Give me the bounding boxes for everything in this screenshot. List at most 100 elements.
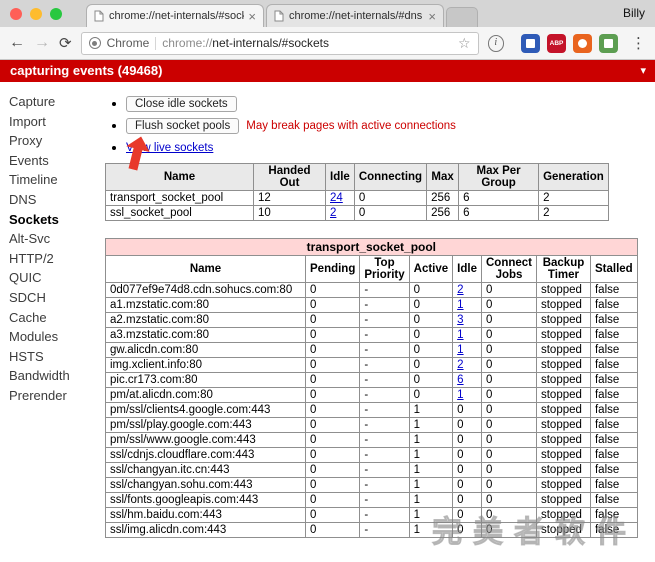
table-cell: 0 bbox=[306, 433, 360, 448]
sidebar-item-http-2[interactable]: HTTP/2 bbox=[9, 249, 97, 269]
table-cell: ssl/img.alicdn.com:443 bbox=[106, 523, 306, 538]
close-window-button[interactable] bbox=[10, 8, 22, 20]
table-cell: stopped bbox=[536, 283, 590, 298]
table-cell: ssl/changyan.itc.cn:443 bbox=[106, 463, 306, 478]
sidebar-item-import[interactable]: Import bbox=[9, 112, 97, 132]
idle-sockets-link[interactable]: 2 bbox=[457, 359, 463, 371]
sidebar-item-events[interactable]: Events bbox=[9, 151, 97, 171]
flush-socket-pools-button[interactable]: Flush socket pools bbox=[126, 118, 239, 134]
table-cell: 1 bbox=[409, 448, 453, 463]
table-cell: 2 bbox=[453, 358, 482, 373]
adblock-plus-icon[interactable]: ABP bbox=[547, 34, 566, 53]
sidebar-item-alt-svc[interactable]: Alt-Svc bbox=[9, 229, 97, 249]
sidebar-item-sockets[interactable]: Sockets bbox=[9, 210, 97, 230]
idle-sockets-link[interactable]: 2 bbox=[457, 284, 463, 296]
table-row: ssl/fonts.googleapis.com:4430-100stopped… bbox=[106, 493, 638, 508]
table-cell: 1 bbox=[409, 433, 453, 448]
table-cell: stopped bbox=[536, 463, 590, 478]
forward-button[interactable]: → bbox=[34, 35, 50, 51]
info-icon[interactable]: i bbox=[488, 35, 504, 52]
idle-sockets-link[interactable]: 1 bbox=[457, 299, 463, 311]
tab-close-icon[interactable]: × bbox=[248, 10, 256, 23]
sidebar-item-cache[interactable]: Cache bbox=[9, 308, 97, 328]
table-cell: false bbox=[590, 388, 637, 403]
view-live-sockets-link[interactable]: View live sockets bbox=[126, 142, 213, 154]
sidebar-item-hsts[interactable]: HSTS bbox=[9, 347, 97, 367]
idle-sockets-link[interactable]: 2 bbox=[330, 207, 336, 219]
table-cell: 0 bbox=[481, 373, 536, 388]
table-cell: 24 bbox=[326, 191, 355, 206]
idle-sockets-link[interactable]: 24 bbox=[330, 192, 343, 204]
sidebar-item-proxy[interactable]: Proxy bbox=[9, 131, 97, 151]
tab-title: chrome://net-internals/#dns bbox=[289, 10, 424, 22]
flush-warning-text: May break pages with active connections bbox=[246, 120, 456, 132]
table-cell: 0 bbox=[453, 403, 482, 418]
table-cell: 2 bbox=[453, 283, 482, 298]
idle-sockets-link[interactable]: 6 bbox=[457, 374, 463, 386]
table-cell: false bbox=[590, 283, 637, 298]
table-cell: ssl/hm.baidu.com:443 bbox=[106, 508, 306, 523]
minimize-window-button[interactable] bbox=[30, 8, 42, 20]
table-cell: 0 bbox=[481, 343, 536, 358]
table-cell: stopped bbox=[536, 373, 590, 388]
url-text[interactable]: chrome://net-internals/#sockets bbox=[162, 36, 329, 50]
zoom-window-button[interactable] bbox=[50, 8, 62, 20]
column-header: Idle bbox=[453, 256, 482, 283]
table-cell: 0 bbox=[306, 478, 360, 493]
address-bar[interactable]: Chrome chrome://net-internals/#sockets ☆ bbox=[81, 32, 479, 55]
banner-caret-icon[interactable]: ▾ bbox=[640, 60, 646, 82]
table-cell: 1 bbox=[409, 523, 453, 538]
extension-icon-3[interactable] bbox=[573, 34, 592, 53]
table-cell: - bbox=[360, 493, 409, 508]
table-cell: false bbox=[590, 523, 637, 538]
table-cell: 1 bbox=[453, 388, 482, 403]
table-cell: stopped bbox=[536, 508, 590, 523]
reload-button[interactable]: ⟳ bbox=[59, 36, 72, 51]
close-idle-sockets-button[interactable]: Close idle sockets bbox=[126, 96, 237, 112]
table-cell: 0 bbox=[453, 508, 482, 523]
sidebar-item-prerender[interactable]: Prerender bbox=[9, 386, 97, 406]
column-header: Backup Timer bbox=[536, 256, 590, 283]
table-cell: false bbox=[590, 343, 637, 358]
idle-sockets-link[interactable]: 1 bbox=[457, 344, 463, 356]
profile-name[interactable]: Billy bbox=[623, 6, 645, 20]
table-cell: stopped bbox=[536, 358, 590, 373]
column-header: Active bbox=[409, 256, 453, 283]
extension-icon-4[interactable] bbox=[599, 34, 618, 53]
column-header: Handed Out bbox=[254, 164, 326, 191]
back-button[interactable]: ← bbox=[9, 35, 25, 51]
sidebar-item-dns[interactable]: DNS bbox=[9, 190, 97, 210]
table-cell: 0 bbox=[481, 418, 536, 433]
idle-sockets-link[interactable]: 3 bbox=[457, 314, 463, 326]
table-cell: - bbox=[360, 463, 409, 478]
idle-sockets-link[interactable]: 1 bbox=[457, 389, 463, 401]
list-item: View live sockets bbox=[126, 140, 655, 154]
sidebar-item-timeline[interactable]: Timeline bbox=[9, 170, 97, 190]
table-cell: stopped bbox=[536, 403, 590, 418]
table-cell: 0 bbox=[481, 328, 536, 343]
sidebar-item-bandwidth[interactable]: Bandwidth bbox=[9, 366, 97, 386]
extension-icon-1[interactable] bbox=[521, 34, 540, 53]
sidebar-item-sdch[interactable]: SDCH bbox=[9, 288, 97, 308]
browser-menu-icon[interactable]: ⋮ bbox=[631, 34, 646, 52]
tab-net-internals-sockets[interactable]: chrome://net-internals/#socke × bbox=[86, 4, 264, 27]
idle-sockets-link[interactable]: 1 bbox=[457, 329, 463, 341]
table-cell: 0 bbox=[306, 403, 360, 418]
table-cell: 0 bbox=[306, 283, 360, 298]
bookmark-star-icon[interactable]: ☆ bbox=[458, 35, 471, 52]
table-cell: a2.mzstatic.com:80 bbox=[106, 313, 306, 328]
tab-close-icon[interactable]: × bbox=[428, 10, 436, 23]
sidebar-item-modules[interactable]: Modules bbox=[9, 327, 97, 347]
capture-status-banner[interactable]: capturing events (49468) ▾ bbox=[0, 60, 655, 82]
new-tab-button[interactable] bbox=[446, 7, 478, 27]
table-row: ssl/changyan.sohu.com:4430-100stoppedfal… bbox=[106, 478, 638, 493]
table-cell: pm/ssl/play.google.com:443 bbox=[106, 418, 306, 433]
sidebar-item-capture[interactable]: Capture bbox=[9, 92, 97, 112]
column-header: Connecting bbox=[354, 164, 426, 191]
sidebar-item-quic[interactable]: QUIC bbox=[9, 268, 97, 288]
tab-net-internals-dns[interactable]: chrome://net-internals/#dns × bbox=[266, 4, 444, 27]
table-cell: 0 bbox=[481, 493, 536, 508]
table-row: ssl/img.alicdn.com:4430-100stoppedfalse bbox=[106, 523, 638, 538]
table-cell: stopped bbox=[536, 493, 590, 508]
table-cell: - bbox=[360, 418, 409, 433]
